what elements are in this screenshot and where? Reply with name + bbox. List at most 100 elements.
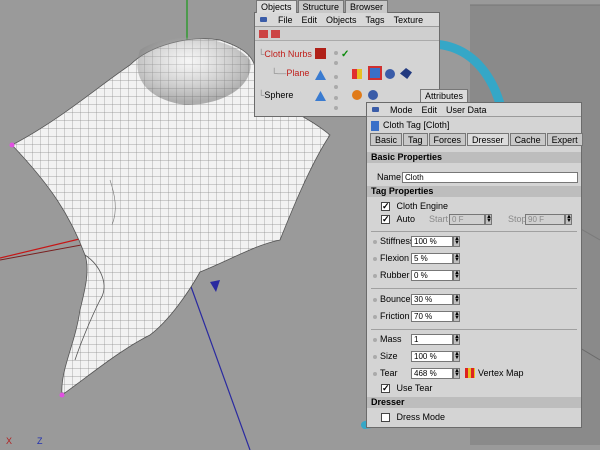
texture-tag-icon[interactable]: [352, 69, 362, 79]
tree-item-sphere[interactable]: └Sphere: [258, 88, 293, 102]
tab-browser[interactable]: Browser: [345, 0, 389, 13]
tab-tag[interactable]: Tag: [403, 133, 428, 146]
collider-tag-icon[interactable]: [385, 69, 395, 79]
use-tear-label: Use Tear: [396, 383, 433, 393]
vertex-map-icon[interactable]: [465, 368, 475, 378]
start-label: Start: [429, 214, 449, 224]
bounce-spinner[interactable]: ▲ ▼: [453, 294, 460, 305]
friction-field[interactable]: 70 %: [411, 311, 453, 322]
attribute-tabs: Basic Tag Forces Dresser Cache Expert: [367, 133, 583, 146]
menu-texture[interactable]: Texture: [394, 15, 424, 25]
plane-icon[interactable]: [315, 70, 326, 80]
attributes-title: Cloth Tag [Cloth]: [383, 120, 450, 130]
menu-user-data[interactable]: User Data: [446, 105, 487, 115]
cloth-engine-checkbox[interactable]: [381, 200, 390, 213]
friction-spinner[interactable]: ▲ ▼: [453, 311, 460, 322]
auto-checkbox[interactable]: [381, 213, 390, 226]
expression-tag-icon[interactable]: [400, 68, 412, 79]
tear-field[interactable]: 468 %: [411, 368, 453, 379]
size-spinner[interactable]: ▲ ▼: [453, 351, 460, 362]
friction-label: Friction: [380, 311, 410, 321]
stiffness-spinner[interactable]: ▲ ▼: [453, 236, 460, 247]
flexion-row: Flexion: [373, 252, 409, 265]
use-tear-checkbox[interactable]: [381, 382, 390, 395]
attributes-header: Cloth Tag [Cloth]: [367, 117, 581, 133]
tear-label: Tear: [380, 368, 398, 378]
menu-tags[interactable]: Tags: [366, 15, 385, 25]
tree-item-label: Cloth Nurbs: [264, 49, 312, 59]
menu-edit[interactable]: Edit: [302, 15, 318, 25]
size-field[interactable]: 100 %: [411, 351, 453, 362]
axis-z-label: Z: [37, 436, 43, 446]
material-tag-icon[interactable]: [352, 90, 362, 100]
bounce-label: Bounce: [380, 294, 411, 304]
tree-item-label: Plane: [286, 68, 310, 78]
size-label: Size: [380, 351, 398, 361]
hand-icon[interactable]: [259, 15, 269, 24]
menu-objects[interactable]: Objects: [326, 15, 357, 25]
start-field[interactable]: 0 F: [449, 214, 485, 225]
stop-field[interactable]: 90 F: [525, 214, 565, 225]
tear-spinner[interactable]: ▲ ▼: [453, 368, 460, 379]
stiffness-row: Stiffness: [373, 235, 414, 248]
stiffness-field[interactable]: 100 %: [411, 236, 453, 247]
use-tear-row: Use Tear: [381, 382, 432, 395]
sphere-icon[interactable]: [315, 91, 326, 101]
mass-field[interactable]: 1: [411, 334, 453, 345]
bounce-row: Bounce: [373, 293, 411, 306]
attributes-tabs: Attributes: [420, 89, 469, 102]
tab-dresser[interactable]: Dresser: [467, 133, 509, 146]
tab-expert[interactable]: Expert: [546, 133, 583, 146]
tab-attributes[interactable]: Attributes: [420, 89, 469, 102]
hand-icon[interactable]: [371, 105, 381, 114]
attributes-panel: Mode Edit User Data Cloth Tag [Cloth] Ba…: [366, 102, 583, 428]
stop-label: Stop: [508, 214, 527, 224]
visibility-dots[interactable]: [334, 47, 341, 67]
objects-menubar: File Edit Objects Tags Texture: [255, 13, 439, 27]
section-dresser: Dresser: [367, 397, 581, 408]
section-basic-properties: Basic Properties: [367, 152, 581, 163]
flexion-spinner[interactable]: ▲ ▼: [453, 253, 460, 264]
rubber-row: Rubber: [373, 269, 410, 282]
menu-mode[interactable]: Mode: [390, 105, 413, 115]
tab-objects[interactable]: Objects: [256, 0, 297, 13]
tab-forces[interactable]: Forces: [428, 133, 467, 146]
start-spinner[interactable]: ▲ ▼: [485, 214, 492, 225]
rubber-label: Rubber: [380, 270, 410, 280]
auto-label: Auto: [396, 214, 416, 224]
collider-tag-icon[interactable]: [368, 90, 378, 100]
layer-filter-icon[interactable]: [270, 30, 280, 39]
vertex-map-label: Vertex Map: [478, 368, 524, 378]
visibility-dots[interactable]: [334, 71, 341, 91]
flexion-field[interactable]: 5 %: [411, 253, 453, 264]
menu-edit[interactable]: Edit: [422, 105, 438, 115]
cloth-tag-icon[interactable]: [368, 66, 382, 80]
dress-mode-row: Dress Mode: [381, 411, 445, 424]
flexion-label: Flexion: [380, 253, 410, 263]
tab-basic[interactable]: Basic: [370, 133, 403, 146]
mass-label: Mass: [380, 334, 402, 344]
check-icon[interactable]: ✓: [341, 49, 349, 60]
tree-item-cloth-nurbs[interactable]: └Cloth Nurbs: [258, 47, 312, 61]
mass-row: Mass: [373, 333, 402, 346]
tree-item-plane[interactable]: └—Plane: [271, 66, 309, 80]
visibility-dots[interactable]: [334, 92, 341, 112]
objects-toolbar: [255, 27, 439, 41]
attributes-menubar: Mode Edit User Data: [367, 103, 581, 117]
objects-tabs: Objects Structure Browser: [256, 0, 389, 13]
cloth-nurbs-icon[interactable]: [315, 48, 326, 59]
dress-mode-checkbox[interactable]: [381, 413, 390, 423]
layer-icon[interactable]: [259, 30, 268, 39]
rubber-spinner[interactable]: ▲ ▼: [453, 270, 460, 281]
name-field[interactable]: Cloth: [402, 172, 578, 183]
rubber-field[interactable]: 0 %: [411, 270, 453, 281]
tab-structure[interactable]: Structure: [297, 0, 345, 13]
tear-row: Tear: [373, 367, 398, 380]
axis-x-label: X: [6, 436, 13, 446]
bounce-field[interactable]: 30 %: [411, 294, 453, 305]
tab-cache[interactable]: Cache: [509, 133, 546, 146]
menu-file[interactable]: File: [278, 15, 293, 25]
mass-spinner[interactable]: ▲ ▼: [453, 334, 460, 345]
stiffness-label: Stiffness: [380, 236, 415, 246]
stop-spinner[interactable]: ▲ ▼: [565, 214, 572, 225]
